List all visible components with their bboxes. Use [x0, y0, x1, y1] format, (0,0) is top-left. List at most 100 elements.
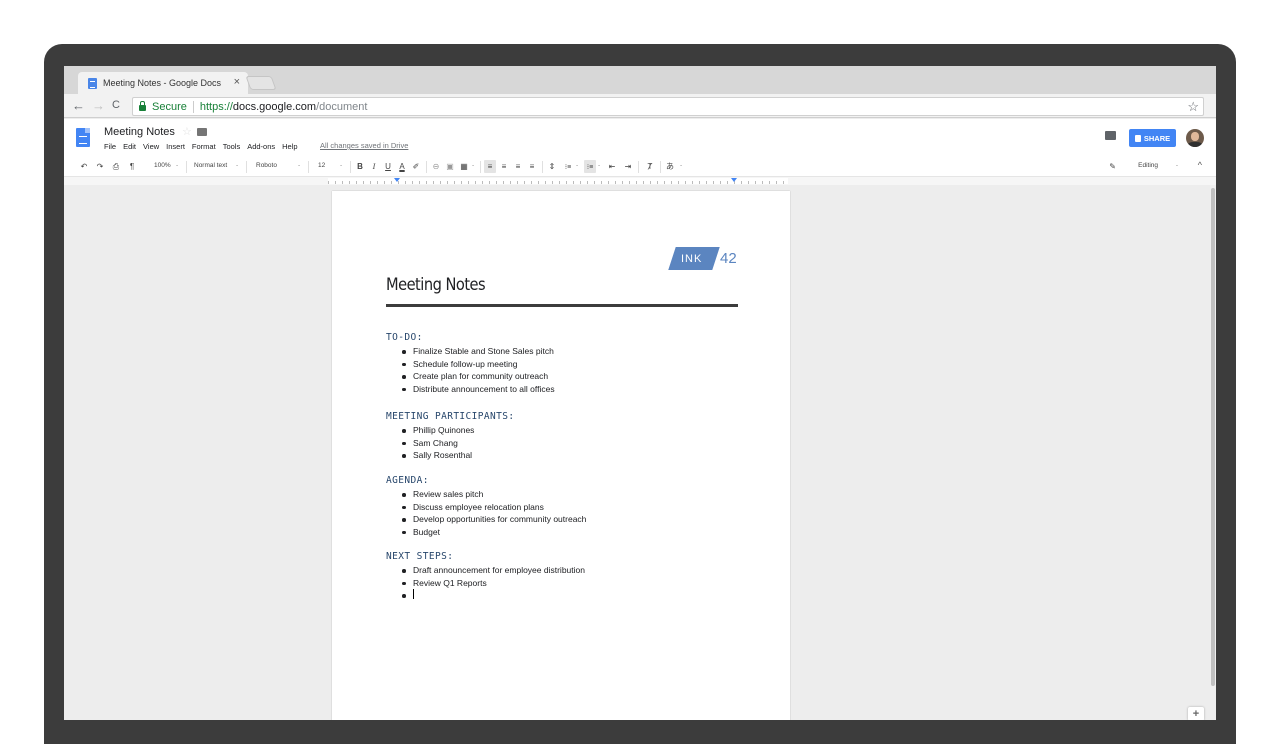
clear-formatting-icon[interactable]: Ⱦ — [644, 160, 656, 173]
editing-mode-select[interactable]: Editing — [1138, 162, 1158, 169]
menu-edit[interactable]: Edit — [123, 142, 136, 151]
folder-icon[interactable] — [197, 128, 207, 136]
bulleted-list-icon[interactable]: ⁝≡ — [584, 160, 596, 173]
numbered-list-caret-icon: - — [576, 162, 579, 169]
menu-add-ons[interactable]: Add-ons — [247, 142, 275, 151]
right-indent-marker[interactable] — [731, 178, 737, 182]
comments-icon[interactable] — [1105, 131, 1116, 140]
list-item: Phillip Quinones — [402, 424, 474, 437]
laptop-screen: Meeting Notes - Google Docs × ← → C Secu… — [64, 66, 1216, 720]
participants-list: Phillip Quinones Sam Chang Sally Rosenth… — [402, 424, 474, 462]
url-input[interactable]: Secure https:// docs.google.com /documen… — [132, 97, 1204, 116]
url-path: /document — [316, 100, 368, 113]
document-title[interactable]: Meeting Notes — [104, 126, 175, 138]
left-indent-marker[interactable] — [394, 178, 400, 182]
menu-format[interactable]: Format — [192, 142, 216, 151]
font-size-select[interactable]: 12 — [318, 162, 325, 169]
todo-list: Finalize Stable and Stone Sales pitch Sc… — [402, 345, 555, 395]
increase-indent-icon[interactable]: ⇥ — [622, 160, 634, 173]
list-item: Distribute announcement to all offices — [402, 383, 555, 396]
toolbar-divider — [542, 161, 543, 173]
editing-caret-icon: - — [1175, 162, 1178, 169]
close-tab-icon[interactable]: × — [234, 76, 240, 88]
list-item: Draft announcement for employee distribu… — [402, 564, 585, 577]
list-item: Review sales pitch — [402, 488, 586, 501]
share-button[interactable]: SHARE — [1129, 129, 1176, 147]
url-divider — [192, 100, 194, 113]
ink-logo-label: INK — [681, 253, 703, 265]
image-icon[interactable]: ▦ — [458, 160, 470, 173]
align-center-icon[interactable]: ≡ — [498, 160, 510, 173]
browser-tab[interactable]: Meeting Notes - Google Docs × — [78, 72, 248, 94]
lock-icon — [139, 100, 146, 111]
toolbar-divider — [426, 161, 427, 173]
font-caret-icon: - — [298, 162, 301, 169]
print-icon[interactable]: ⎙ — [110, 160, 122, 173]
section-heading-agenda: AGENDA: — [386, 475, 429, 486]
align-left-icon[interactable]: ≡ — [484, 160, 496, 173]
redo-icon[interactable]: ↷ — [94, 160, 106, 173]
menu-view[interactable]: View — [143, 142, 159, 151]
explore-button[interactable]: + — [1188, 707, 1204, 720]
underline-icon[interactable]: U — [382, 160, 394, 173]
bookmark-star-icon[interactable]: ☆ — [1187, 99, 1199, 115]
decrease-indent-icon[interactable]: ⇤ — [606, 160, 618, 173]
comment-insert-icon[interactable]: ▣ — [444, 160, 456, 173]
forward-icon[interactable]: → — [92, 98, 105, 113]
share-label: SHARE — [1143, 133, 1171, 143]
browser-tab-strip: Meeting Notes - Google Docs × — [64, 66, 1216, 94]
docs-logo-icon[interactable] — [76, 128, 90, 147]
list-item-active[interactable] — [402, 589, 585, 602]
numbered-list-icon[interactable]: ⁝≡ — [562, 160, 574, 173]
document-canvas: INK 42 Meeting Notes TO-DO: Finalize Sta… — [64, 185, 1210, 720]
text-color-icon[interactable]: A — [396, 160, 408, 173]
list-item: Schedule follow-up meeting — [402, 358, 555, 371]
reload-icon[interactable]: C — [112, 99, 120, 111]
italic-icon[interactable]: I — [368, 160, 380, 173]
ink-logo-number: 42 — [720, 250, 737, 267]
align-justify-icon[interactable]: ≡ — [526, 160, 538, 173]
text-cursor — [413, 589, 414, 599]
list-item: Budget — [402, 526, 586, 539]
url-scheme: https:// — [199, 100, 233, 113]
toolbar-divider — [350, 161, 351, 173]
avatar[interactable] — [1186, 129, 1204, 147]
document-page[interactable]: INK 42 Meeting Notes TO-DO: Finalize Sta… — [332, 191, 790, 720]
link-icon[interactable]: ⊖ — [430, 160, 442, 173]
menu-tools[interactable]: Tools — [223, 142, 241, 151]
bold-icon[interactable]: B — [354, 160, 366, 173]
undo-icon[interactable]: ↶ — [78, 160, 90, 173]
url-domain: docs.google.com — [232, 100, 317, 113]
menu-file[interactable]: File — [104, 142, 116, 151]
line-spacing-icon[interactable]: ⇕ — [546, 160, 558, 173]
secure-label: Secure — [152, 100, 187, 113]
section-heading-participants: MEETING PARTICIPANTS: — [386, 411, 515, 422]
section-heading-next-steps: NEXT STEPS: — [386, 551, 454, 562]
agenda-list: Review sales pitch Discuss employee relo… — [402, 488, 586, 538]
list-item: Sam Chang — [402, 437, 474, 450]
list-item: Develop opportunities for community outr… — [402, 513, 586, 526]
back-icon[interactable]: ← — [72, 98, 85, 113]
docs-favicon-icon — [88, 77, 97, 89]
toolbar-divider — [308, 161, 309, 173]
style-select[interactable]: Normal text — [194, 162, 227, 169]
paint-format-icon[interactable]: ¶ — [126, 160, 138, 173]
menu-insert[interactable]: Insert — [166, 142, 185, 151]
menu-help[interactable]: Help — [282, 142, 297, 151]
toolbar-divider — [246, 161, 247, 173]
align-right-icon[interactable]: ≡ — [512, 160, 524, 173]
list-item: Create plan for community outreach — [402, 370, 555, 383]
new-tab-button[interactable] — [245, 76, 277, 90]
zoom-select[interactable]: 100% — [154, 162, 171, 169]
collapse-menus-icon[interactable]: ^ — [1198, 160, 1202, 170]
zoom-caret-icon: - — [176, 162, 179, 169]
save-status-link[interactable]: All changes saved in Drive — [320, 141, 408, 150]
font-select[interactable]: Roboto — [256, 162, 277, 169]
highlight-icon[interactable]: ✐ — [410, 160, 422, 173]
list-item: Discuss employee relocation plans — [402, 501, 586, 514]
vertical-scrollbar-thumb[interactable] — [1211, 188, 1215, 686]
input-tools-icon[interactable]: あ — [664, 160, 676, 173]
docs-header: Meeting Notes ☆ File Edit View Insert Fo… — [64, 119, 1216, 157]
star-icon[interactable]: ☆ — [182, 125, 192, 138]
next-steps-list: Draft announcement for employee distribu… — [402, 564, 585, 602]
